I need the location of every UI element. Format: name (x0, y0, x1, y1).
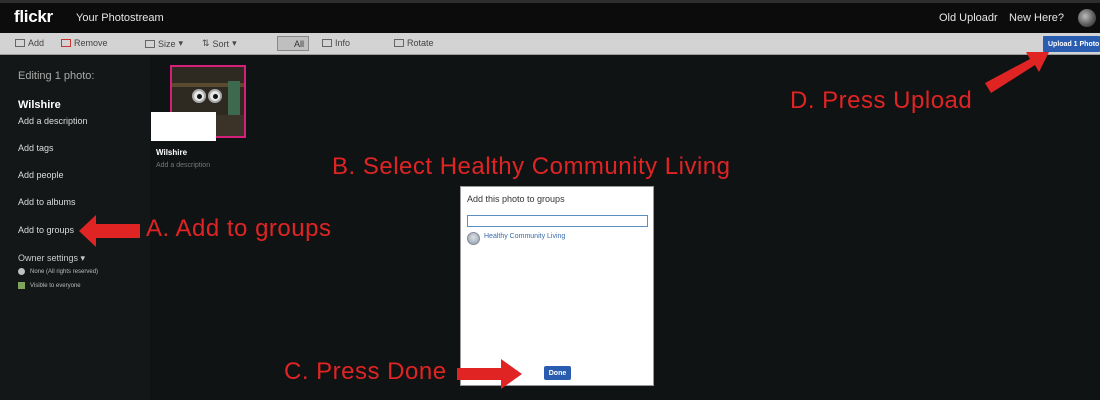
arrow-c-icon (457, 359, 522, 389)
arrow-d-icon (985, 52, 1049, 93)
annotation-arrows (79, 52, 1049, 389)
arrow-a-icon (79, 215, 140, 247)
